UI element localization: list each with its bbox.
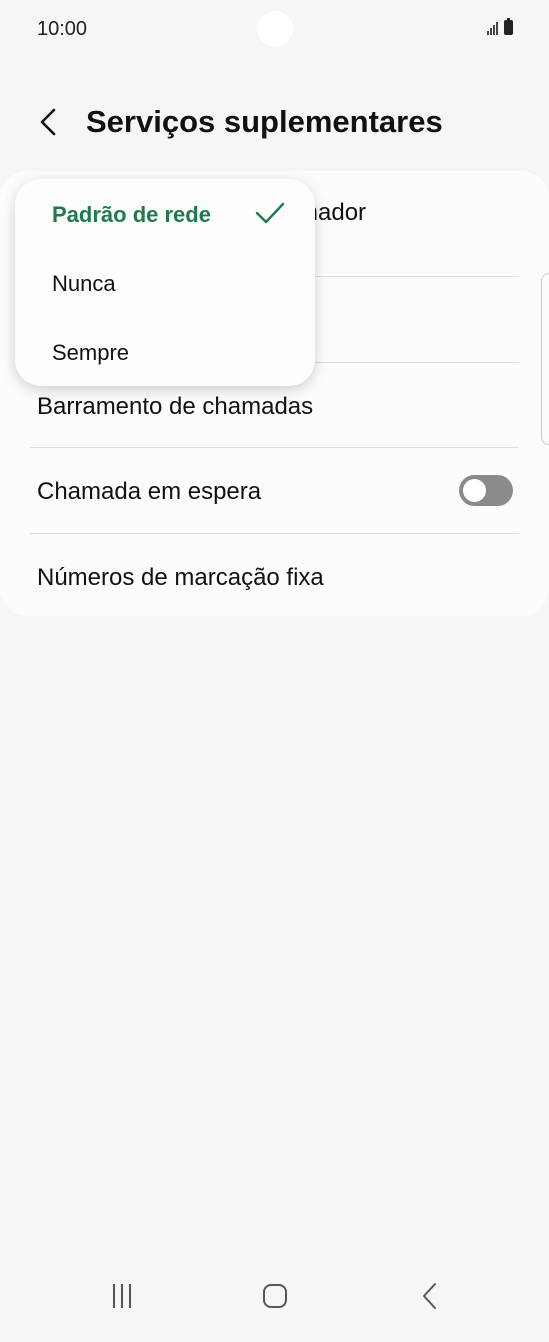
toggle-knob: [463, 479, 486, 502]
dropdown-option-never[interactable]: Nunca: [52, 271, 116, 297]
checkmark-icon: [255, 202, 285, 224]
settings-item-call-barring[interactable]: Barramento de chamadas: [37, 393, 313, 421]
status-icons: [487, 18, 513, 35]
settings-item-fixed-dialing[interactable]: Números de marcação fixa: [37, 564, 324, 592]
dropdown-option-network-default[interactable]: Padrão de rede: [52, 202, 211, 228]
home-icon[interactable]: [255, 1276, 295, 1316]
battery-icon: [504, 18, 513, 35]
divider: [30, 533, 519, 534]
dropdown-option-always[interactable]: Sempre: [52, 340, 129, 366]
scrollbar[interactable]: [541, 273, 549, 445]
back-icon[interactable]: [34, 106, 66, 138]
header: Serviços suplementares: [0, 100, 549, 144]
recents-icon[interactable]: [102, 1276, 142, 1316]
navigation-bar: [0, 1262, 549, 1342]
settings-item-call-waiting[interactable]: Chamada em espera: [37, 478, 261, 506]
page-title: Serviços suplementares: [86, 104, 443, 139]
call-waiting-toggle[interactable]: [459, 475, 513, 506]
signal-icon: [487, 21, 498, 35]
nav-back-icon[interactable]: [410, 1276, 450, 1316]
settings-item-label: Chamada em espera: [37, 478, 262, 505]
camera-cutout: [257, 11, 293, 47]
settings-item-label: Números de marcação fixa: [37, 564, 324, 591]
status-time: 10:00: [37, 18, 88, 40]
settings-item-label: Barramento de chamadas: [37, 393, 314, 420]
caller-id-dropdown: Padrão de rede Nunca Sempre: [15, 179, 315, 386]
divider: [30, 447, 519, 448]
status-bar: 10:00: [0, 0, 549, 60]
